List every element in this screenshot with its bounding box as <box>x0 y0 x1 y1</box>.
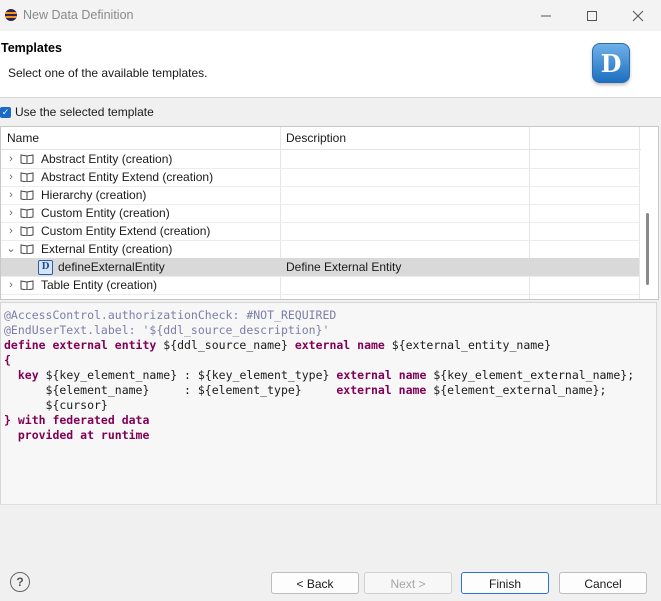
row-label: Abstract Entity Extend (creation) <box>41 170 214 184</box>
table-row-selected[interactable]: D defineExternalEntity Define External E… <box>1 258 639 277</box>
page-title: Templates <box>1 41 62 55</box>
minimize-icon <box>541 15 551 16</box>
row-label: Custom Entity Extend (creation) <box>41 224 211 238</box>
template-icon: D <box>38 260 53 275</box>
table-row[interactable]: ⌄ External Entity (creation) <box>1 240 639 259</box>
table-row[interactable]: › Custom Entity (creation) <box>1 204 639 223</box>
maximize-icon <box>587 10 597 21</box>
code-line: } with federated data <box>4 413 150 427</box>
wizard-header: Templates Select one of the available te… <box>0 31 661 98</box>
table-header: Name Description <box>1 127 641 150</box>
column-divider <box>639 127 640 299</box>
cancel-button[interactable]: Cancel <box>559 572 647 594</box>
table-row[interactable]: › Abstract Entity Extend (creation) <box>1 168 639 187</box>
chevron-right-icon[interactable]: › <box>5 150 17 168</box>
chevron-right-icon[interactable]: › <box>5 186 17 204</box>
book-icon <box>20 190 34 200</box>
table-row[interactable]: › Table Entity (creation) <box>1 276 639 295</box>
minimize-button[interactable] <box>523 0 569 31</box>
row-label: Abstract Entity (creation) <box>41 152 173 166</box>
footer-divider <box>0 504 661 505</box>
book-icon <box>20 280 34 290</box>
window-title: New Data Definition <box>23 8 134 22</box>
chevron-down-icon[interactable]: ⌄ <box>5 240 17 258</box>
title-bar: New Data Definition <box>0 0 661 31</box>
book-icon <box>20 154 34 164</box>
chevron-right-icon[interactable]: › <box>5 222 17 240</box>
row-label: External Entity (creation) <box>41 242 173 256</box>
help-icon[interactable]: ? <box>10 572 30 592</box>
chevron-right-icon[interactable]: › <box>5 276 17 294</box>
template-preview: @AccessControl.authorizationCheck: #NOT_… <box>0 302 657 505</box>
close-icon <box>632 10 644 21</box>
code-line: @AccessControl.authorizationCheck: #NOT_… <box>4 308 337 322</box>
row-label: defineExternalEntity <box>58 260 165 274</box>
back-button[interactable]: < Back <box>271 572 359 594</box>
eclipse-app-icon <box>5 9 17 21</box>
code-line: define external entity ${ddl_source_name… <box>4 338 552 352</box>
book-icon <box>20 172 34 182</box>
code-line: ${element_name} : ${element_type} extern… <box>4 383 607 397</box>
use-template-label: Use the selected template <box>15 105 154 119</box>
row-label: Hierarchy (creation) <box>41 188 147 202</box>
book-icon <box>20 208 34 218</box>
maximize-button[interactable] <box>569 0 615 31</box>
code-line: provided at runtime <box>4 428 150 442</box>
column-header-name[interactable]: Name <box>1 127 39 149</box>
book-icon <box>20 244 34 254</box>
chevron-right-icon[interactable]: › <box>5 168 17 186</box>
page-description: Select one of the available templates. <box>8 66 208 80</box>
use-template-checkbox-row[interactable]: ✓ Use the selected template <box>0 104 154 120</box>
table-row[interactable]: › Abstract Entity (creation) <box>1 150 639 169</box>
row-description: Define External Entity <box>286 260 402 274</box>
use-template-checkbox[interactable]: ✓ <box>0 106 11 118</box>
book-icon <box>20 226 34 236</box>
row-label: Table Entity (creation) <box>41 278 158 292</box>
table-row[interactable]: › Hierarchy (creation) <box>1 186 639 205</box>
code-line: key ${key_element_name} : ${key_element_… <box>17 368 635 382</box>
templates-table[interactable]: Name Description › Abstract Entity (crea… <box>0 126 659 300</box>
code-line: { <box>4 353 11 367</box>
row-label: Custom Entity (creation) <box>41 206 170 220</box>
chevron-right-icon[interactable]: › <box>5 204 17 222</box>
column-header-description[interactable]: Description <box>280 127 346 149</box>
code-line: @EndUserText.label: '${ddl_source_descri… <box>4 323 330 337</box>
table-row[interactable]: › Custom Entity Extend (creation) <box>1 222 639 241</box>
finish-button[interactable]: Finish <box>461 572 549 594</box>
table-scrollbar-thumb[interactable] <box>646 213 649 285</box>
next-button[interactable]: Next > <box>364 572 452 594</box>
close-button[interactable] <box>615 0 661 31</box>
data-definition-logo-icon: D <box>592 43 630 83</box>
code-line: ${cursor} <box>4 398 108 412</box>
